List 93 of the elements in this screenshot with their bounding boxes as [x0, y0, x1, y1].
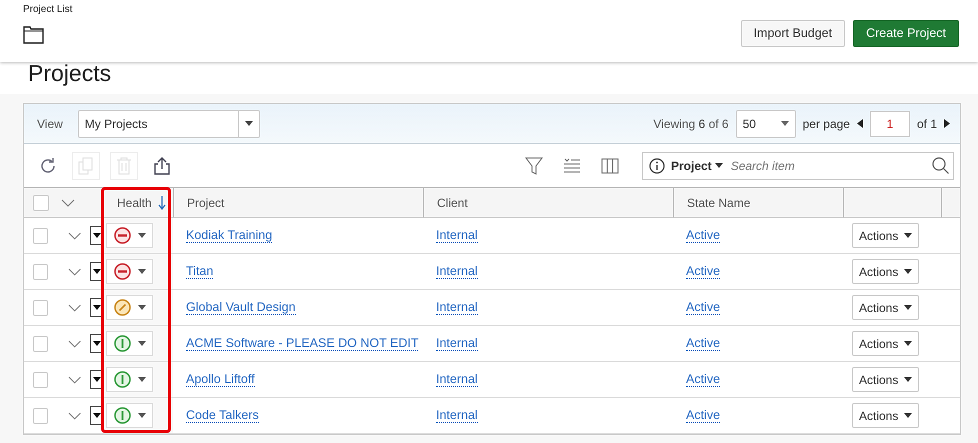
page-size-select[interactable]: 50	[736, 110, 796, 138]
caret-icon	[904, 377, 912, 382]
actions-button[interactable]: Actions	[852, 331, 920, 356]
select-all-checkbox[interactable]	[33, 194, 49, 210]
caret-icon	[92, 233, 101, 238]
viewing-count: Viewing 6 of 6	[653, 116, 729, 130]
view-select[interactable]: My Projects	[78, 110, 260, 138]
row-checkbox[interactable]	[33, 336, 48, 352]
client-link[interactable]: Internal	[436, 372, 478, 387]
client-link[interactable]: Internal	[436, 408, 478, 423]
caret-icon	[138, 269, 146, 274]
caret-icon	[138, 377, 146, 382]
search-icon[interactable]	[932, 157, 949, 174]
chevron-down-icon[interactable]	[68, 232, 82, 240]
actions-button[interactable]: Actions	[852, 295, 920, 320]
import-button[interactable]: Import Budget	[740, 20, 846, 46]
column-header[interactable]: Project	[173, 188, 423, 218]
caret-icon	[92, 377, 101, 382]
column-header[interactable]: Health	[104, 188, 173, 218]
client-link[interactable]: Internal	[436, 300, 478, 315]
chevron-down-icon[interactable]	[61, 198, 75, 206]
breadcrumb[interactable]: Project List	[23, 4, 72, 15]
caret-icon	[904, 413, 912, 418]
actions-button[interactable]: Actions	[852, 259, 920, 284]
caret-icon	[904, 269, 912, 274]
search-field[interactable]: Project Search item	[642, 152, 954, 180]
health-dropdown[interactable]	[106, 223, 153, 248]
share-icon	[153, 156, 171, 174]
row-checkbox[interactable]	[33, 372, 48, 388]
folder-icon	[23, 26, 44, 44]
project-link[interactable]: Code Talkers	[186, 408, 259, 423]
project-link[interactable]: Kodiak Training	[186, 228, 272, 243]
caret-icon	[904, 341, 912, 346]
project-link[interactable]: Apollo Liftoff	[186, 372, 255, 387]
page-count: of 1	[916, 116, 937, 130]
filter-icon	[525, 156, 543, 174]
caret-icon	[92, 305, 101, 310]
copy-icon	[78, 156, 94, 174]
row-checkbox[interactable]	[33, 300, 48, 316]
project-link[interactable]: Titan	[186, 264, 214, 279]
columns-icon	[601, 156, 619, 174]
state-link[interactable]: Active	[686, 300, 720, 315]
sort-down-icon[interactable]	[158, 196, 166, 210]
caret-icon	[244, 121, 253, 126]
health-dropdown[interactable]	[106, 331, 153, 356]
row-checkbox[interactable]	[33, 228, 48, 244]
column-header[interactable]: Client	[423, 188, 673, 218]
caret-icon	[904, 233, 912, 238]
per-page-label: per page	[802, 116, 850, 130]
create-button[interactable]: Create Project	[853, 20, 959, 46]
project-link[interactable]: ACME Software - PLEASE DO NOT EDIT	[186, 336, 418, 351]
health-dropdown[interactable]	[106, 259, 153, 284]
client-link[interactable]: Internal	[436, 264, 478, 279]
next-icon[interactable]	[944, 119, 950, 128]
caret-icon	[904, 305, 912, 310]
client-link[interactable]: Internal	[436, 228, 478, 243]
previous-icon[interactable]	[856, 119, 863, 128]
actions-button[interactable]: Actions	[852, 223, 920, 248]
caret-icon	[780, 121, 789, 126]
chevron-down-icon[interactable]	[68, 304, 82, 312]
row-checkbox[interactable]	[33, 264, 48, 280]
caret-icon	[138, 233, 146, 238]
state-link[interactable]: Active	[686, 336, 720, 351]
caret-icon	[138, 341, 146, 346]
caret-icon	[92, 269, 101, 274]
actions-button[interactable]: Actions	[852, 403, 920, 428]
row-checkbox[interactable]	[33, 408, 48, 424]
state-link[interactable]: Active	[686, 228, 720, 243]
list-icon	[563, 156, 581, 174]
caret-icon	[92, 413, 101, 418]
chevron-down-icon[interactable]	[68, 340, 82, 348]
caret-icon	[92, 341, 101, 346]
chevron-down-icon[interactable]	[68, 412, 82, 420]
caret-icon	[138, 305, 146, 310]
view-label: View	[37, 116, 63, 130]
client-link[interactable]: Internal	[436, 336, 478, 351]
health-dropdown[interactable]	[106, 367, 153, 392]
chevron-down-icon[interactable]	[68, 268, 82, 276]
state-link[interactable]: Active	[686, 408, 720, 423]
actions-button[interactable]: Actions	[852, 367, 920, 392]
page-field[interactable]: 1	[870, 110, 910, 136]
caret-icon	[714, 163, 723, 168]
state-link[interactable]: Active	[686, 264, 720, 279]
project-link[interactable]: Global Vault Design	[186, 300, 296, 315]
health-dropdown[interactable]	[106, 403, 153, 428]
state-link[interactable]: Active	[686, 372, 720, 387]
trash-icon	[116, 156, 132, 174]
column-header[interactable]: State Name	[673, 188, 843, 218]
chevron-down-icon[interactable]	[68, 376, 82, 384]
search-scope[interactable]: Project	[671, 158, 723, 172]
info-icon	[649, 158, 665, 174]
caret-icon	[138, 413, 146, 418]
page-title: Projects	[28, 62, 112, 84]
